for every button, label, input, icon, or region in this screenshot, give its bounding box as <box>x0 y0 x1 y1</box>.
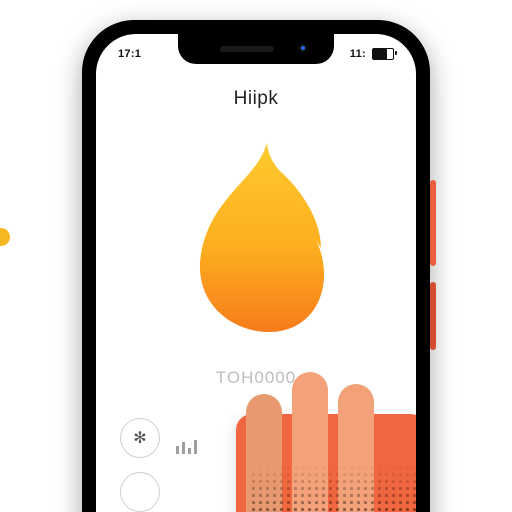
ambient-blob <box>0 228 10 246</box>
flame-icon[interactable] <box>171 136 341 336</box>
side-button-lower <box>430 282 436 350</box>
control-column: ✻ <box>120 418 160 512</box>
adjust-button[interactable]: ✻ <box>120 418 160 458</box>
halftone-overlay <box>250 464 416 512</box>
level-bars-icon <box>176 434 197 454</box>
status-bar: 17:1 11: <box>96 44 416 64</box>
app-title: Hiipk <box>96 88 416 110</box>
status-time-left: 17:1 <box>118 48 141 60</box>
adjust-icon: ✻ <box>133 428 146 448</box>
screen: 17:1 11: Hiipk <box>96 34 416 512</box>
battery-icon <box>372 48 394 60</box>
secondary-button[interactable] <box>120 472 160 512</box>
phone-frame: 17:1 11: Hiipk <box>82 20 430 512</box>
status-time-right: 11: <box>350 48 366 60</box>
artboard: 17:1 11: Hiipk <box>0 0 512 512</box>
side-button-upper <box>430 180 436 266</box>
